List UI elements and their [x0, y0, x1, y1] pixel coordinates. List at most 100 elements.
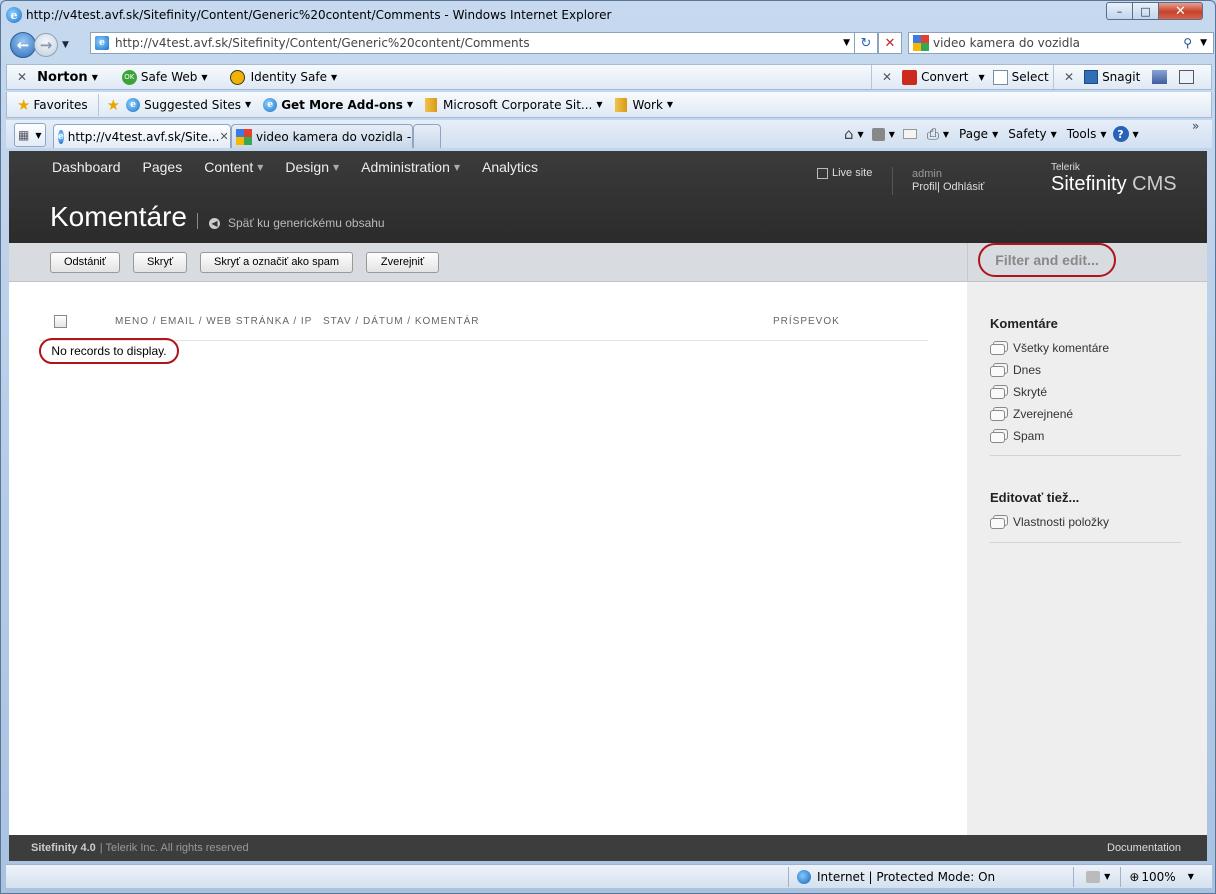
documentation-link[interactable]: Documentation	[1107, 842, 1181, 854]
forward-button[interactable]: →	[34, 33, 58, 57]
filter-today[interactable]: Dnes	[990, 359, 1109, 381]
mail-icon[interactable]	[902, 129, 917, 139]
chevron-down-icon: ▼	[1100, 129, 1107, 139]
safety-menu[interactable]: Safety ▼	[1008, 127, 1057, 141]
back-button[interactable]: ←	[10, 32, 36, 58]
chevron-down-icon[interactable]: ▼	[943, 130, 949, 139]
chevron-down-icon[interactable]: ▼	[858, 130, 864, 139]
convert-menu[interactable]: Convert ▼	[902, 69, 985, 85]
favorites-button[interactable]: ★ Favorites	[17, 93, 99, 116]
filter-published[interactable]: Zverejnené	[990, 403, 1109, 425]
ie-page-icon: e	[263, 97, 278, 112]
zoom-control[interactable]: ⊕ 100% ▼	[1129, 870, 1194, 884]
window-title: http://v4test.avf.sk/Sitefinity/Content/…	[26, 8, 612, 22]
search-icon[interactable]: ⚲	[1183, 36, 1192, 50]
home-icon[interactable]: ⌂	[844, 125, 854, 143]
column-name[interactable]: MENO / EMAIL / WEB STRÁNKA / IP	[115, 316, 312, 327]
delete-button[interactable]: Odstániť	[50, 251, 120, 273]
search-input[interactable]: video kamera do vozidla	[933, 36, 1080, 50]
nav-pages[interactable]: Pages	[143, 159, 183, 175]
help-icon[interactable]: ?	[1112, 126, 1129, 142]
microsoft-folder[interactable]: Microsoft Corporate Sit... ▼	[425, 97, 603, 112]
norton-label: Norton	[37, 69, 88, 85]
logo-cms: CMS	[1132, 173, 1177, 195]
hide-button[interactable]: Skryť	[133, 251, 187, 273]
security-zone[interactable]: Internet | Protected Mode: On	[817, 870, 995, 884]
cms-page: Dashboard Pages Content ▼ Design ▼ Adminis…	[9, 151, 1207, 861]
column-status[interactable]: STAV / DÁTUM / KOMENTÁR	[323, 316, 480, 327]
filter-all-comments[interactable]: Všetky komentáre	[990, 337, 1109, 359]
tab-row: ▦ ▼ e http://v4test.avf.sk/Site... ✕ vide…	[6, 119, 1212, 148]
hide-spam-button[interactable]: Skryť a označiť ako spam	[200, 251, 353, 273]
snagit-button[interactable]: Snagit	[1084, 70, 1140, 84]
quick-tabs-button[interactable]: ▦ ▼	[14, 123, 46, 147]
select-icon	[992, 69, 1008, 85]
close-toolbar-icon[interactable]: ✕	[1064, 70, 1074, 84]
nav-content[interactable]: Content ▼	[204, 159, 263, 175]
new-tab-button[interactable]	[413, 124, 441, 148]
sitefinity-logo: Telerik Sitefinity CMS	[1051, 163, 1177, 196]
capture-icon[interactable]	[1152, 70, 1168, 84]
chevron-down-icon: ▼	[333, 162, 340, 172]
edit-icon[interactable]	[1179, 70, 1195, 84]
more-commands-icon[interactable]: »	[1192, 119, 1199, 133]
tab-v4test[interactable]: e http://v4test.avf.sk/Site... ✕	[53, 124, 231, 148]
filter-hidden[interactable]: Skryté	[990, 381, 1109, 403]
print-icon[interactable]: ⎙	[927, 125, 939, 143]
live-site-link[interactable]: Live site	[817, 167, 872, 179]
tools-menu[interactable]: Tools ▼	[1067, 127, 1107, 141]
address-input[interactable]: http://v4test.avf.sk/Sitefinity/Content/…	[115, 36, 530, 50]
close-toolbar-icon[interactable]: ✕	[17, 70, 27, 84]
maximize-button[interactable]: □	[1133, 2, 1159, 20]
back-to-content-link[interactable]: ◀ Späť ku generickému obsahu	[209, 216, 385, 230]
column-post[interactable]: PRÍSPEVOK	[773, 316, 840, 327]
feeds-icon[interactable]	[871, 127, 885, 141]
refresh-button[interactable]: ↻	[854, 32, 878, 54]
side-divider	[990, 455, 1181, 456]
nav-administration[interactable]: Administration ▼	[361, 159, 460, 175]
tab-video-kamera[interactable]: video kamera do vozidla - ...	[231, 124, 426, 148]
profile-link[interactable]: Profil	[912, 181, 937, 193]
get-more-addons-menu[interactable]: e Get More Add-ons ▼	[263, 97, 413, 112]
norton-menu[interactable]: Norton ▼	[37, 70, 98, 85]
minimize-button[interactable]: –	[1106, 2, 1133, 20]
nav-content-label: Content	[204, 159, 254, 175]
quick-tabs-icon: ▦	[18, 128, 30, 142]
select-all-checkbox[interactable]	[54, 315, 67, 328]
zoom-level: 100%	[1141, 869, 1176, 884]
publish-button[interactable]: Zverejniť	[366, 251, 439, 273]
add-favorite-icon[interactable]: ★	[107, 96, 120, 114]
filter-spam[interactable]: Spam	[990, 425, 1109, 447]
history-dropdown-icon[interactable]: ▼	[62, 40, 69, 50]
close-button[interactable]: ✕	[1159, 2, 1203, 20]
search-box[interactable]: video kamera do vozidla ⚲ ▼	[908, 32, 1214, 54]
safe-web-menu[interactable]: OK Safe Web ▼	[121, 69, 208, 85]
chevron-down-icon: ▼	[978, 72, 985, 82]
address-bar[interactable]: e http://v4test.avf.sk/Sitefinity/Conten…	[90, 32, 855, 54]
work-folder[interactable]: Work ▼	[614, 97, 673, 112]
ie-page-icon: e	[58, 129, 64, 144]
suggested-sites-menu[interactable]: e Suggested Sites ▼	[126, 97, 251, 112]
search-dropdown-icon[interactable]: ▼	[1200, 38, 1207, 48]
logo-sitefinity: Sitefinity	[1051, 173, 1127, 195]
protected-mode-icon[interactable]	[1086, 870, 1101, 883]
nav-analytics[interactable]: Analytics	[482, 159, 538, 175]
address-dropdown-icon[interactable]: ▼	[843, 38, 850, 48]
identity-safe-menu[interactable]: Identity Safe ▼	[229, 69, 337, 85]
close-tab-icon[interactable]: ✕	[219, 130, 228, 143]
item-properties-link[interactable]: Vlastnosti položky	[990, 511, 1109, 533]
filter-and-edit-label[interactable]: Filter and edit...	[978, 243, 1116, 277]
favorites-bar: ★ Favorites ★ e Suggested Sites ▼ e Get More…	[6, 92, 1212, 118]
select-button[interactable]: Select	[992, 69, 1049, 85]
chevron-down-icon[interactable]: ▼	[1133, 130, 1139, 139]
footer-copyright: | Telerik Inc. All rights reserved	[99, 842, 249, 854]
globe-icon	[797, 869, 811, 884]
logout-link[interactable]: Odhlásiť	[943, 181, 984, 193]
page-menu[interactable]: Page ▼	[959, 127, 998, 141]
chevron-down-icon[interactable]: ▼	[1104, 872, 1110, 881]
stop-button[interactable]: ✕	[878, 32, 902, 54]
nav-design[interactable]: Design ▼	[285, 159, 339, 175]
close-toolbar-icon[interactable]: ✕	[882, 70, 892, 84]
chevron-down-icon[interactable]: ▼	[889, 130, 895, 139]
nav-dashboard[interactable]: Dashboard	[52, 159, 121, 175]
